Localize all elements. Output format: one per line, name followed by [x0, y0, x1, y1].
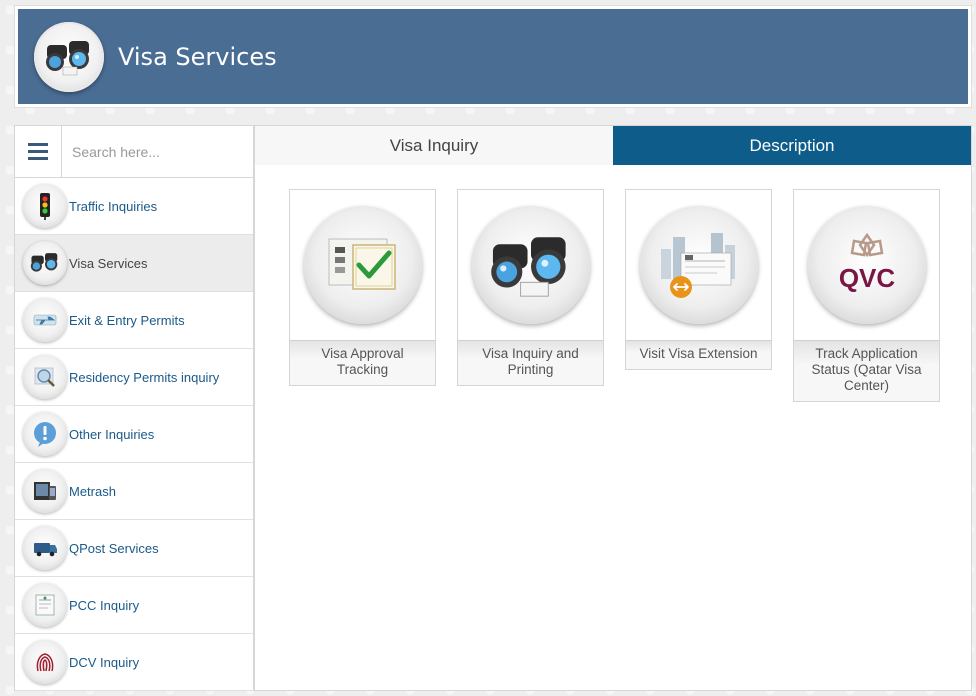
- sidebar-item-label: Visa Services: [69, 255, 148, 271]
- card-image: [290, 190, 435, 340]
- hamburger-menu-icon[interactable]: [15, 126, 62, 177]
- header-frame: Visa Services: [14, 5, 972, 108]
- binoculars-icon: [34, 21, 104, 92]
- card-label: Track Application Status (Qatar Visa Cen…: [794, 340, 939, 401]
- card-label: Visa Inquiry and Printing: [458, 340, 603, 385]
- visa-extension-icon: [639, 206, 758, 324]
- service-cards: Visa Approval Tracking Visa Inquiry and …: [289, 189, 940, 402]
- header-bar: Visa Services: [18, 9, 968, 104]
- sidebar-item-label: Residency Permits inquiry: [69, 369, 220, 385]
- binoculars-icon: [23, 241, 67, 285]
- sidebar-item-label: Other Inquiries: [69, 426, 155, 442]
- sidebar-item-other-inquiries[interactable]: Other Inquiries: [15, 406, 253, 463]
- sidebar-item-traffic-inquiries[interactable]: Traffic Inquiries: [15, 178, 253, 235]
- main-content: Visa Inquiry Description Visa Approval T…: [254, 125, 972, 691]
- sidebar-item-exit-entry-permits[interactable]: Exit & Entry Permits: [15, 292, 253, 349]
- card-visa-approval-tracking[interactable]: Visa Approval Tracking: [289, 189, 436, 386]
- sidebar-item-label: Traffic Inquiries: [69, 198, 158, 214]
- airplane-icon: [23, 298, 67, 342]
- tab-visa-inquiry[interactable]: Visa Inquiry: [255, 126, 613, 165]
- post-van-icon: [23, 526, 67, 570]
- sidebar-item-metrash[interactable]: Metrash: [15, 463, 253, 520]
- page-title: Visa Services: [118, 42, 277, 71]
- metrash-icon: [23, 469, 67, 513]
- tab-description[interactable]: Description: [613, 126, 971, 165]
- sidebar-item-residency-permits[interactable]: Residency Permits inquiry: [15, 349, 253, 406]
- magnifier-icon: [23, 355, 67, 399]
- approval-check-icon: [303, 206, 422, 324]
- card-image: [626, 190, 771, 340]
- card-label: Visa Approval Tracking: [290, 340, 435, 385]
- tab-bar: Visa Inquiry Description: [255, 126, 971, 165]
- card-image: [458, 190, 603, 340]
- card-image: QVC: [794, 190, 939, 340]
- search-bar: [15, 126, 253, 178]
- qvc-logo-icon: QVC: [807, 206, 926, 324]
- card-visa-inquiry-printing[interactable]: Visa Inquiry and Printing: [457, 189, 604, 386]
- card-label: Visit Visa Extension: [626, 340, 771, 369]
- sidebar-item-label: PCC Inquiry: [69, 597, 140, 613]
- sidebar-item-label: Exit & Entry Permits: [69, 312, 185, 328]
- traffic-light-icon: [23, 184, 67, 228]
- search-input[interactable]: [62, 126, 253, 177]
- fingerprint-icon: [23, 640, 67, 684]
- certificate-icon: [23, 583, 67, 627]
- sidebar-item-pcc-inquiry[interactable]: PCC Inquiry: [15, 577, 253, 634]
- sidebar-item-label: QPost Services: [69, 540, 159, 556]
- binoculars-icon: [471, 206, 590, 324]
- sidebar-item-label: DCV Inquiry: [69, 654, 140, 670]
- exclamation-icon: [23, 412, 67, 456]
- sidebar-item-label: Metrash: [69, 483, 116, 499]
- card-track-application-status[interactable]: QVC Track Application Status (Qatar Visa…: [793, 189, 940, 402]
- sidebar-item-qpost-services[interactable]: QPost Services: [15, 520, 253, 577]
- qvc-logo-text: QVC: [838, 263, 895, 293]
- sidebar: Traffic Inquiries Visa Services Exit & E…: [14, 125, 254, 691]
- sidebar-item-visa-services[interactable]: Visa Services: [15, 235, 253, 292]
- card-visit-visa-extension[interactable]: Visit Visa Extension: [625, 189, 772, 370]
- sidebar-item-dcv-inquiry[interactable]: DCV Inquiry: [15, 634, 253, 691]
